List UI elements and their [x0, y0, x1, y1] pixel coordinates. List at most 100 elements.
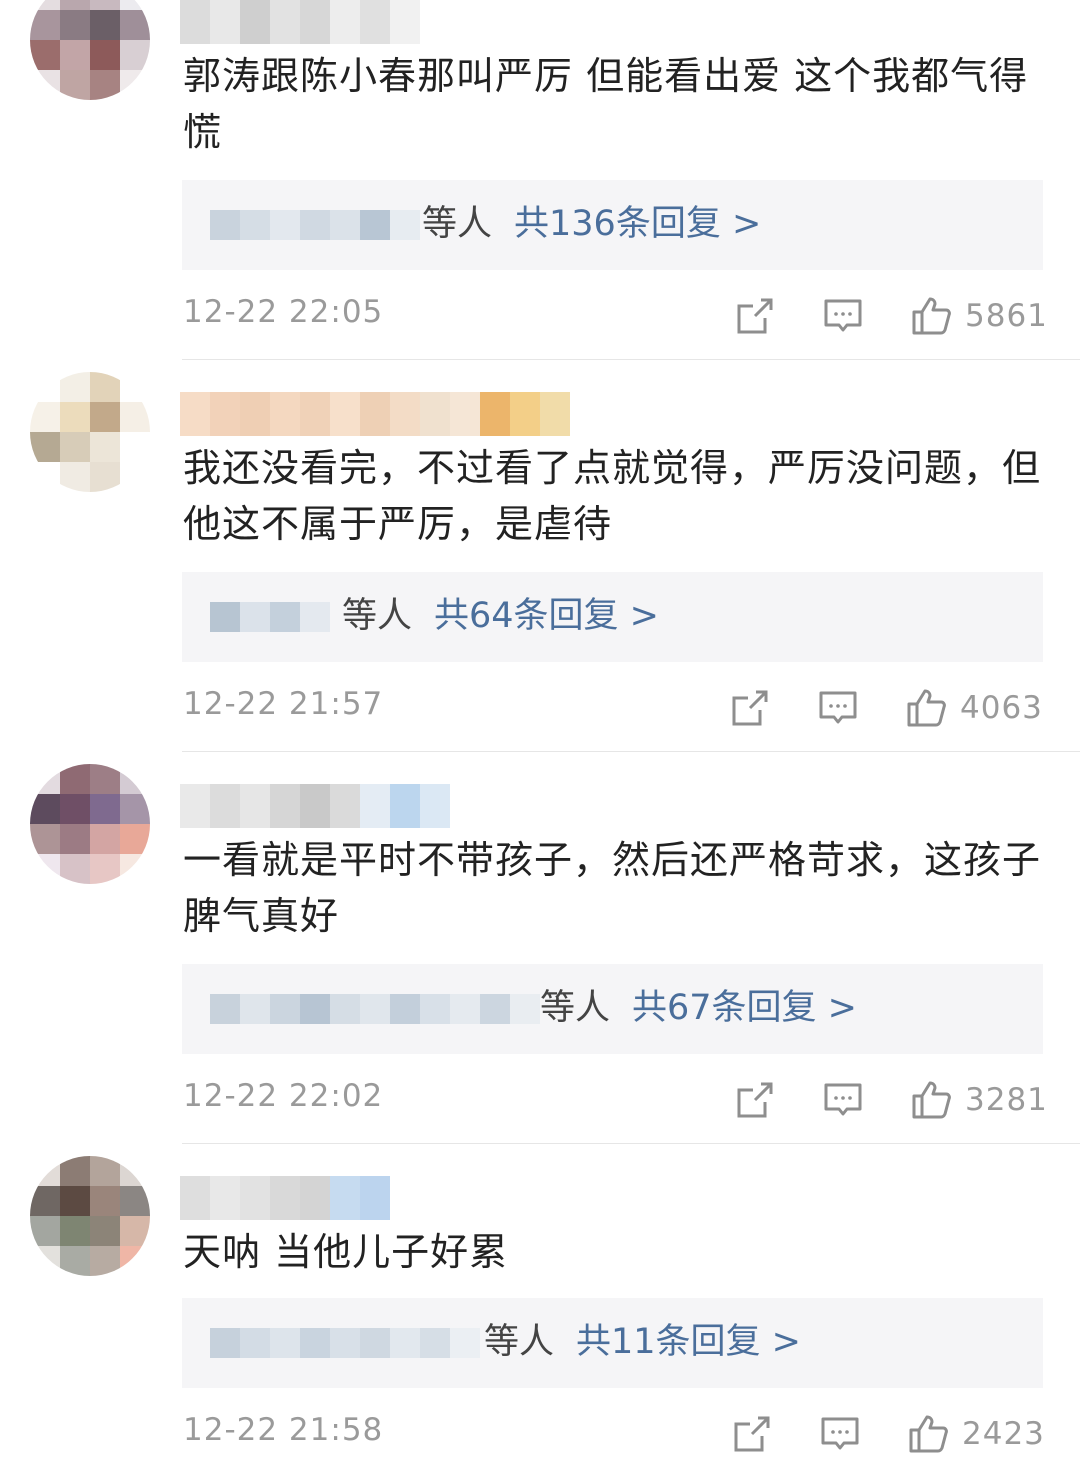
divider — [182, 1143, 1080, 1144]
repost-button[interactable] — [730, 684, 770, 732]
comment-time: 12-22 22:05 — [183, 294, 384, 330]
username[interactable] — [180, 392, 570, 436]
comment-button[interactable] — [818, 684, 858, 732]
pixel-block — [30, 462, 60, 492]
like-count: 5861 — [965, 298, 1048, 334]
pixel-block — [300, 1328, 330, 1358]
repost-icon — [735, 296, 775, 336]
pixel-block — [90, 794, 120, 824]
comment-icon — [823, 1080, 863, 1120]
comment-time: 12-22 22:02 — [183, 1078, 384, 1114]
pixel-block — [90, 402, 120, 432]
like-button[interactable]: 5861 — [911, 292, 1048, 340]
pixel-block — [120, 824, 150, 854]
pixel-block — [180, 392, 210, 436]
pixel-block — [510, 392, 540, 436]
reply-count-link[interactable]: 共67条回复 > — [632, 988, 857, 1028]
pixel-block — [60, 794, 90, 824]
pixel-block — [120, 462, 150, 492]
pixel-block — [210, 1328, 240, 1358]
pixel-block — [120, 0, 150, 10]
pixel-block — [210, 994, 240, 1024]
pixel-block — [120, 1156, 150, 1186]
pixel-block — [300, 210, 330, 240]
like-count: 3281 — [965, 1082, 1048, 1118]
pixel-block — [30, 0, 60, 10]
like-icon — [908, 1413, 950, 1455]
repost-button[interactable] — [735, 1076, 775, 1124]
avatar[interactable] — [30, 1156, 150, 1276]
avatar[interactable] — [30, 0, 150, 100]
like-count: 2423 — [962, 1416, 1045, 1452]
reply-summary-box[interactable]: 等人 共136条回复 > — [182, 180, 1043, 270]
pixel-block — [300, 392, 330, 436]
username[interactable] — [180, 784, 450, 828]
reply-summary-box[interactable]: 等人 共11条回复 > — [182, 1298, 1043, 1388]
reply-count-link[interactable]: 共136条回复 > — [514, 204, 761, 244]
pixel-block — [90, 462, 120, 492]
comment-time: 12-22 21:58 — [183, 1412, 384, 1448]
pixel-block — [90, 70, 120, 100]
pixel-block — [240, 0, 270, 44]
pixel-block — [120, 40, 150, 70]
pixel-block — [30, 824, 60, 854]
pixel-block — [360, 994, 390, 1024]
reply-summary-box[interactable]: 等人 共64条回复 > — [182, 572, 1043, 662]
reply-count-link[interactable]: 共11条回复 > — [576, 1322, 801, 1362]
pixel-block — [330, 784, 360, 828]
pixel-block — [180, 784, 210, 828]
repost-button[interactable] — [732, 1410, 772, 1458]
pixel-block — [90, 1156, 120, 1186]
pixel-block — [90, 372, 120, 402]
pixel-block — [480, 392, 510, 436]
divider — [182, 359, 1080, 360]
username[interactable] — [180, 0, 420, 44]
repost-button[interactable] — [735, 292, 775, 340]
pixel-block — [120, 432, 150, 462]
pixel-block — [90, 432, 120, 462]
like-button[interactable]: 3281 — [911, 1076, 1048, 1124]
pixel-block — [90, 40, 120, 70]
reply-summary-box[interactable]: 等人 共67条回复 > — [182, 964, 1043, 1054]
comment-meta: 12-22 22:02 3281 — [183, 1076, 1047, 1124]
comment-button[interactable] — [820, 1410, 860, 1458]
pixel-block — [300, 602, 330, 632]
pixel-block — [120, 764, 150, 794]
pixel-block — [360, 1176, 390, 1220]
avatar[interactable] — [30, 764, 150, 884]
pixel-block — [30, 1216, 60, 1246]
pixel-block — [30, 1186, 60, 1216]
like-icon — [906, 687, 948, 729]
pixel-block — [30, 794, 60, 824]
pixel-block — [240, 784, 270, 828]
pixel-block — [60, 40, 90, 70]
comment-text: 天呐 当他儿子好累 — [183, 1230, 509, 1274]
replier-names-blurred — [210, 1328, 480, 1358]
pixel-block — [330, 210, 360, 240]
pixel-block — [90, 854, 120, 884]
pixel-block — [120, 70, 150, 100]
like-button[interactable]: 2423 — [908, 1410, 1045, 1458]
pixel-block — [240, 210, 270, 240]
comment-text: 郭涛跟陈小春那叫严厉 但能看出爱 这个我都气得慌 — [183, 54, 1029, 154]
pixel-block — [360, 392, 390, 436]
pixel-block — [120, 854, 150, 884]
pixel-block — [330, 0, 360, 44]
pixel-block — [90, 10, 120, 40]
pixel-block — [390, 1328, 420, 1358]
reply-count-link[interactable]: 共64条回复 > — [434, 596, 659, 636]
like-count: 4063 — [960, 690, 1043, 726]
pixel-block — [240, 602, 270, 632]
pixel-block — [60, 10, 90, 40]
pixel-block — [60, 70, 90, 100]
comment-button[interactable] — [823, 292, 863, 340]
pixel-block — [180, 0, 210, 44]
pixel-block — [270, 0, 300, 44]
comment-button[interactable] — [823, 1076, 863, 1124]
like-button[interactable]: 4063 — [906, 684, 1043, 732]
comment-text: 我还没看完，不过看了点就觉得，严厉没问题，但他这不属于严厉，是虐待 — [183, 446, 1042, 546]
avatar[interactable] — [30, 372, 150, 492]
username[interactable] — [180, 1176, 390, 1220]
pixel-block — [210, 210, 240, 240]
pixel-block — [30, 402, 60, 432]
